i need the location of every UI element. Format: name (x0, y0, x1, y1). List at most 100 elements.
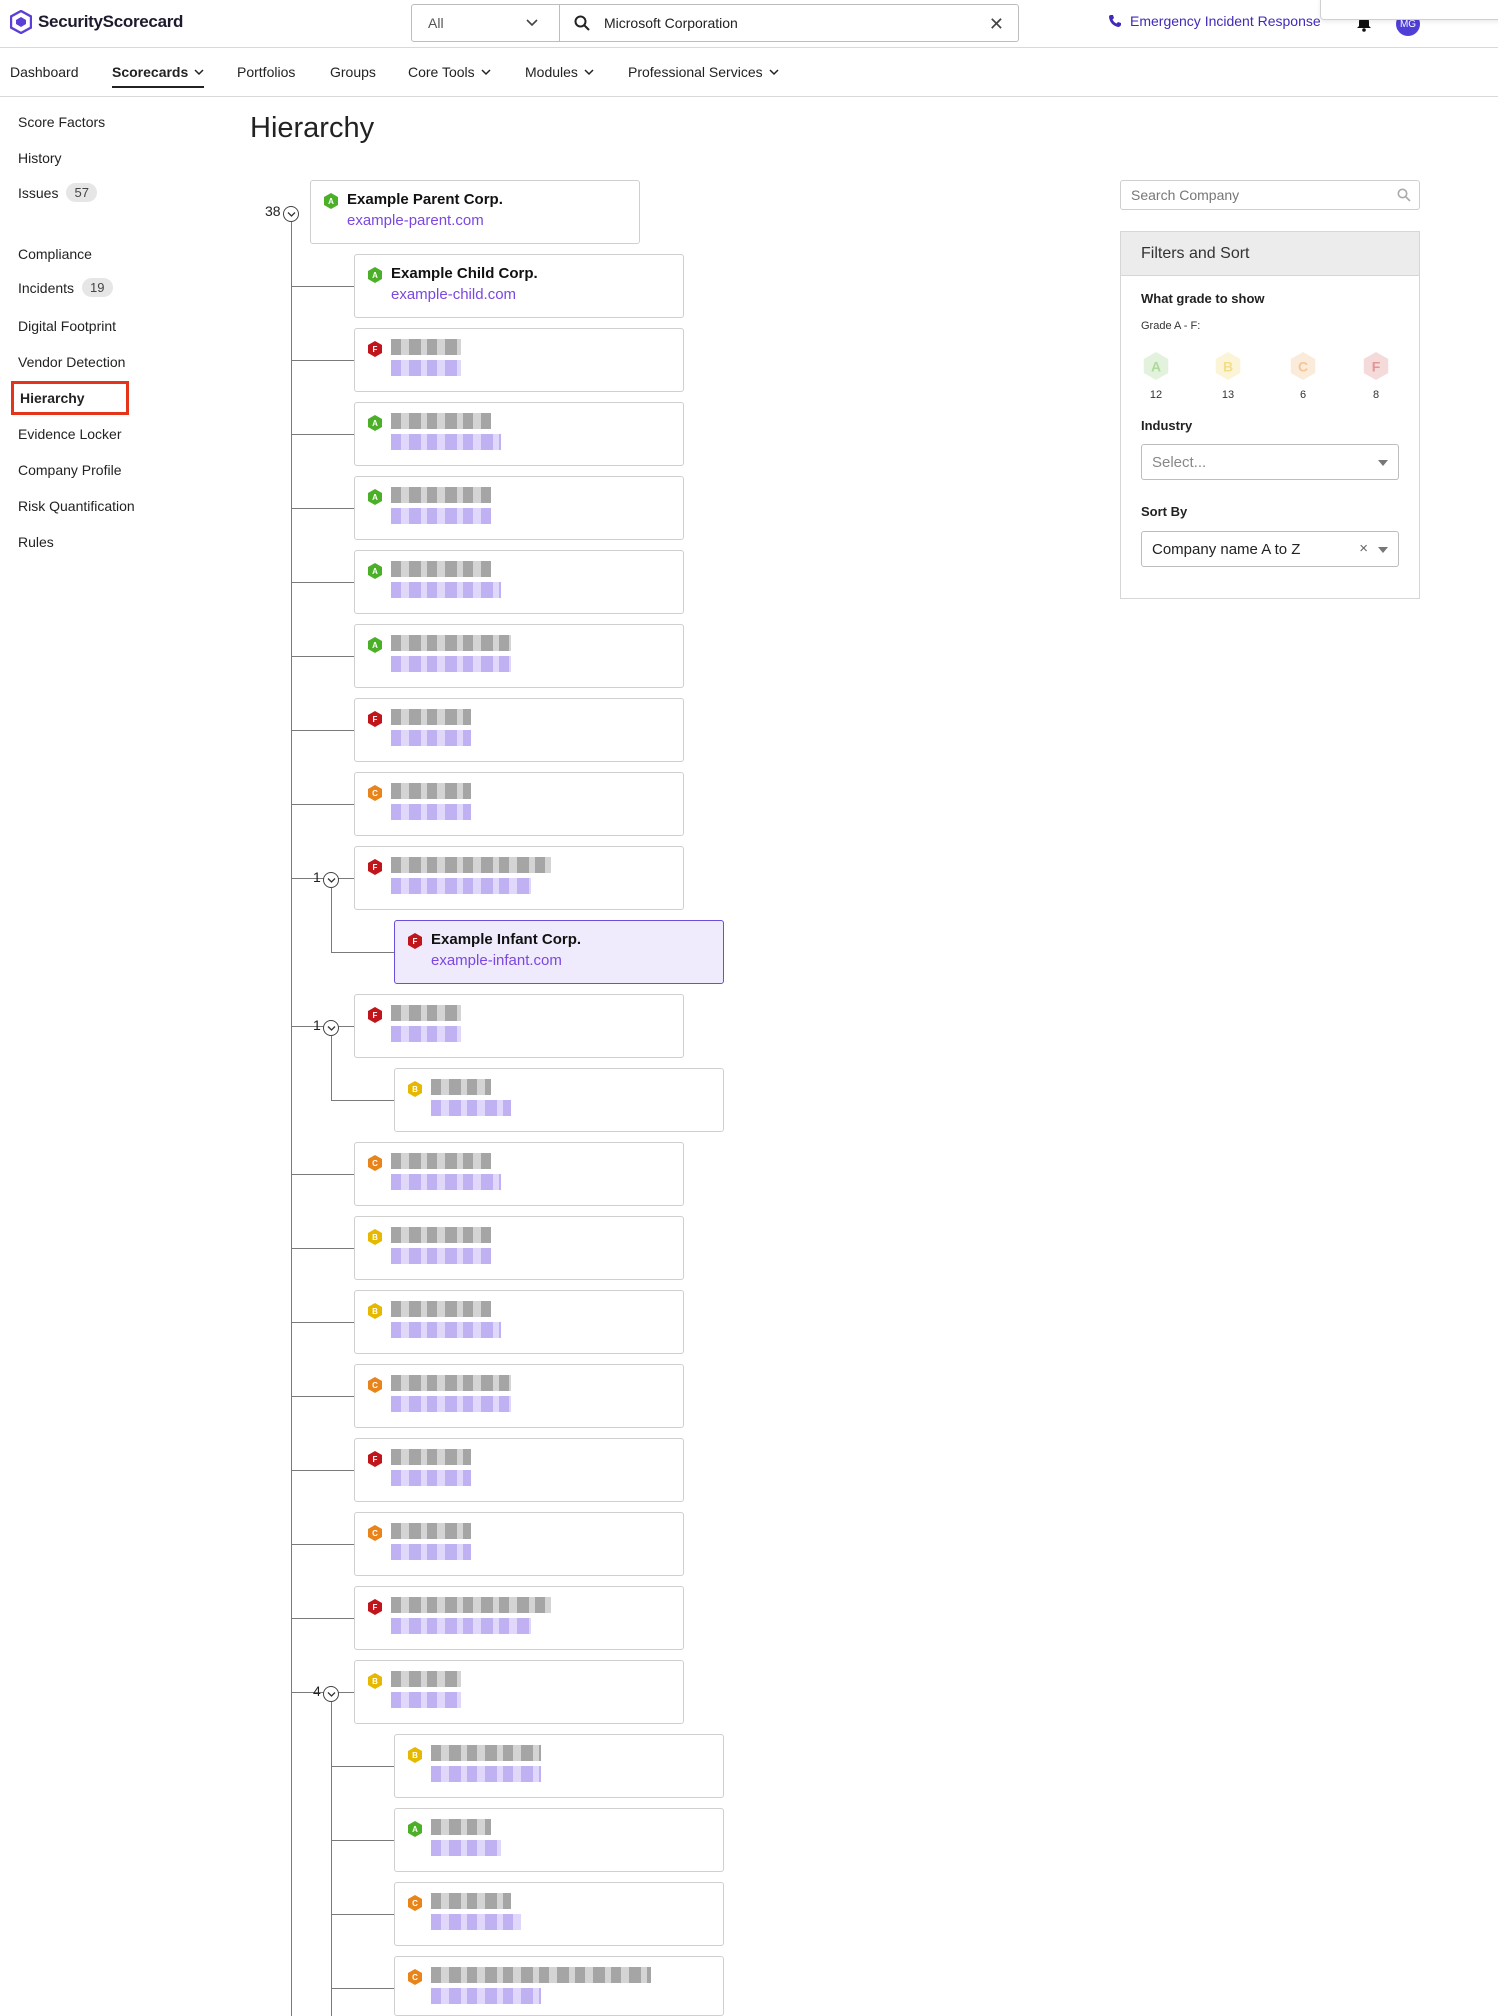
redacted-text (391, 1692, 461, 1708)
svg-text:A: A (372, 419, 378, 428)
emergency-response-link[interactable]: Emergency Incident Response (1108, 13, 1321, 29)
clear-icon[interactable]: ✕ (989, 14, 1004, 35)
scope-select[interactable]: All (412, 5, 560, 41)
nav-portfolios[interactable]: Portfolios (237, 64, 295, 80)
nav-professional-services[interactable]: Professional Services (628, 64, 779, 80)
clear-sort-icon[interactable]: × (1359, 540, 1368, 557)
collapse-toggle-icon[interactable] (323, 872, 339, 888)
hierarchy-child-node[interactable]: A Example Child Corp. example-child.com (354, 254, 684, 318)
sidebar-item-risk-quantification[interactable]: Risk Quantification (18, 498, 135, 514)
sidebar-item-label: Digital Footprint (18, 318, 117, 334)
grade-badge: A (368, 415, 382, 431)
hierarchy-node[interactable]: A (354, 624, 684, 688)
sidebar-item-history[interactable]: History (18, 150, 62, 166)
sidebar-item-rules[interactable]: Rules (18, 534, 54, 550)
company-search-input[interactable]: Search Company (1120, 180, 1420, 210)
hierarchy-node[interactable]: C (394, 1956, 724, 2016)
hierarchy-node[interactable]: B (394, 1734, 724, 1798)
hierarchy-root-node[interactable]: A Example Parent Corp. example-parent.com (310, 180, 640, 244)
grade-badge: F (368, 859, 382, 875)
sidebar-item-digital-footprint[interactable]: Digital Footprint (18, 318, 116, 334)
hierarchy-node[interactable]: C (354, 1142, 684, 1206)
nav-scorecards[interactable]: Scorecards (112, 64, 205, 88)
hierarchy-node[interactable]: A (354, 402, 684, 466)
sidebar-item-company-profile[interactable]: Company Profile (18, 462, 122, 478)
sidebar-item-label: Score Factors (18, 114, 106, 130)
logo-icon (10, 10, 32, 34)
hierarchy-node[interactable]: F (354, 846, 684, 910)
redacted-text (391, 730, 471, 746)
grade-badge: A (368, 489, 382, 505)
company-domain-link[interactable]: example-child.com (391, 286, 516, 303)
svg-text:B: B (412, 1085, 418, 1094)
sidebar-item-hierarchy[interactable]: Hierarchy (11, 381, 129, 415)
sidebar-item-issues[interactable]: Issues 57 (18, 183, 97, 202)
tree-connector (291, 508, 354, 509)
hierarchy-node[interactable]: F (354, 994, 684, 1058)
nav-dashboard[interactable]: Dashboard (10, 64, 79, 80)
sidebar-item-label: Risk Quantification (18, 498, 135, 514)
sidebar-item-compliance[interactable]: Compliance (18, 246, 92, 262)
svg-text:A: A (372, 567, 378, 576)
nav-label: Modules (525, 64, 578, 80)
hierarchy-node[interactable]: B (354, 1660, 684, 1724)
collapse-toggle-icon[interactable] (323, 1020, 339, 1036)
hierarchy-node[interactable]: A (394, 1808, 724, 1872)
search-icon (574, 15, 590, 31)
collapse-toggle-icon[interactable] (323, 1686, 339, 1702)
hierarchy-node[interactable]: F (354, 1586, 684, 1650)
sidebar-item-vendor-detection[interactable]: Vendor Detection (18, 354, 125, 370)
hierarchy-node[interactable]: A (354, 476, 684, 540)
redacted-text (391, 1153, 491, 1169)
nav-label: Professional Services (628, 64, 763, 80)
hierarchy-node[interactable]: C (394, 1882, 724, 1946)
grade-f-icon: F (368, 859, 382, 875)
grade-c-icon: C (408, 1969, 422, 1985)
hierarchy-node[interactable]: B (354, 1216, 684, 1280)
hierarchy-node[interactable]: F (354, 328, 684, 392)
nav-groups[interactable]: Groups (330, 64, 376, 80)
search-input[interactable]: Microsoft Corporation ✕ (560, 5, 1018, 41)
grade-badge: C (368, 1525, 382, 1541)
collapse-toggle-icon[interactable] (283, 206, 299, 222)
grade-filter-c[interactable]: C6 (1288, 352, 1318, 401)
hierarchy-node[interactable]: A (354, 550, 684, 614)
grade-badge: C (408, 1969, 422, 1985)
tree-connector (291, 582, 354, 583)
svg-text:A: A (372, 641, 378, 650)
hierarchy-node[interactable]: C (354, 1364, 684, 1428)
brand-logo[interactable]: SecurityScorecard (10, 10, 183, 34)
hierarchy-infant-node[interactable]: F Example Infant Corp. example-infant.com (394, 920, 724, 984)
grade-filter-f[interactable]: F8 (1361, 352, 1391, 401)
grade-filter-b[interactable]: B 13 (1213, 352, 1243, 401)
sidebar-item-score-factors[interactable]: Score Factors (18, 114, 105, 130)
grade-filter-a[interactable]: A 12 (1141, 352, 1171, 401)
redacted-text (431, 1840, 501, 1856)
company-domain-link[interactable]: example-infant.com (431, 952, 562, 969)
hierarchy-node[interactable]: B (394, 1068, 724, 1132)
grade-a-icon: A (1143, 352, 1169, 380)
sort-select[interactable]: Company name A to Z × (1141, 531, 1399, 567)
svg-text:F: F (373, 345, 378, 354)
industry-select[interactable]: Select... (1141, 444, 1399, 480)
redacted-text (391, 561, 491, 577)
top-bar: SecurityScorecard All Microsoft Corporat… (0, 0, 1498, 48)
hierarchy-node[interactable]: C (354, 1512, 684, 1576)
grade-f-icon: F (408, 933, 422, 949)
hierarchy-node[interactable]: C (354, 772, 684, 836)
nav-modules[interactable]: Modules (525, 64, 594, 80)
company-domain-link[interactable]: example-parent.com (347, 212, 484, 229)
redacted-text (391, 1671, 461, 1687)
redacted-text (391, 1449, 471, 1465)
hierarchy-node[interactable]: F (354, 698, 684, 762)
svg-text:B: B (372, 1307, 378, 1316)
redacted-text (391, 1174, 501, 1190)
hierarchy-node[interactable]: B (354, 1290, 684, 1354)
sidebar-item-incidents[interactable]: Incidents 19 (18, 278, 113, 297)
sidebar-item-evidence-locker[interactable]: Evidence Locker (18, 426, 122, 442)
hierarchy-node[interactable]: F (354, 1438, 684, 1502)
grade-count: 13 (1221, 389, 1235, 401)
grade-badge: F (368, 1451, 382, 1467)
nav-core-tools[interactable]: Core Tools (408, 64, 491, 80)
chevron-down-icon (584, 69, 594, 76)
